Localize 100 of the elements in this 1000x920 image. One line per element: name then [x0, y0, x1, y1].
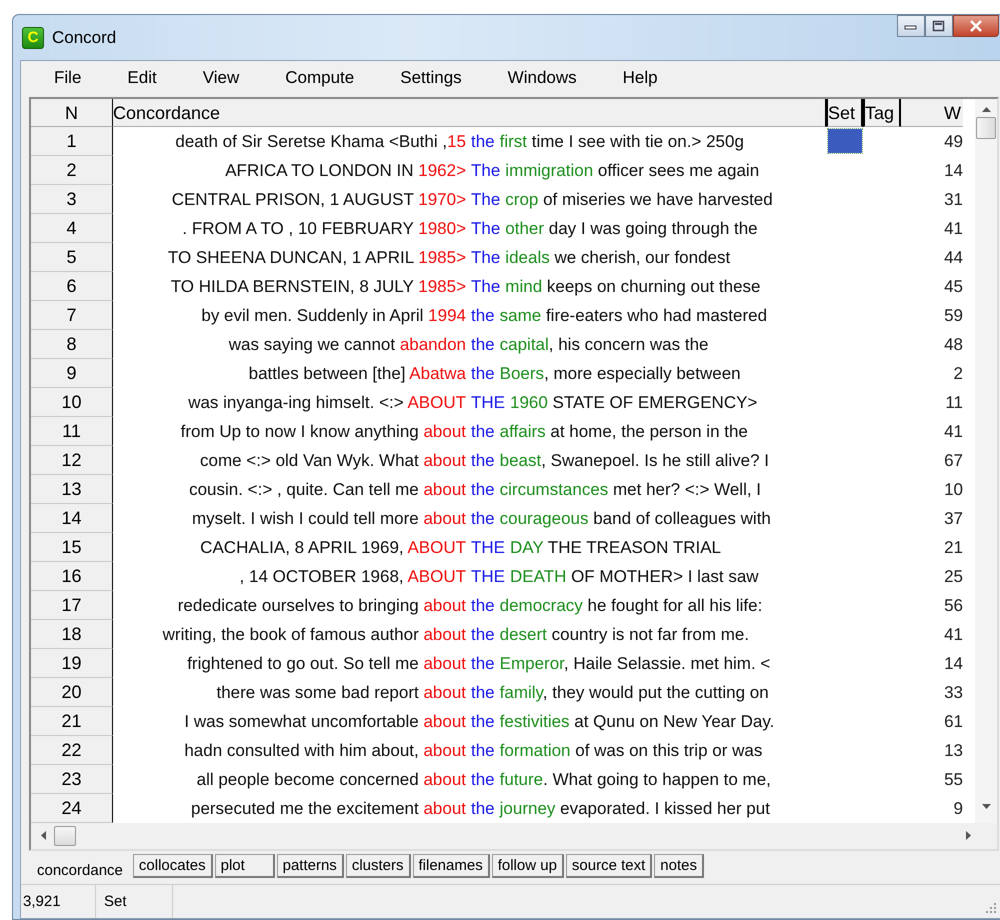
concordance-line: was saying we cannot abandon the capital, his concern was the — [228, 334, 710, 356]
menu-item[interactable]: Settings — [400, 68, 462, 88]
row-number: 1 — [31, 126, 113, 156]
close-icon — [968, 20, 984, 32]
table-cell-text: 48 — [943, 334, 963, 356]
concordance-line: myselt. I wish I could tell more about the courageous band of colleagues with — [190, 508, 772, 530]
concordance-line: cousin. <:> , quite. Can tell me about the circumstances met her? <:> Well, I — [188, 478, 762, 500]
minimize-button[interactable] — [897, 15, 925, 37]
concordance-line: TO SHEENA DUNCAN, 1 APRIL 1985> The ideals we cherish, our fondest — [166, 246, 732, 268]
row-number: 16 — [31, 562, 113, 590]
row-number: 3 — [31, 184, 113, 214]
row-number: 19 — [31, 648, 113, 678]
column-header[interactable]: N — [31, 98, 113, 126]
concordance-line: death of Sir Seretse Khama <Buthi ,15 the first time I see with tie on.> 250g — [174, 130, 745, 152]
row-number: 18 — [31, 620, 113, 648]
column-header[interactable]: Concordance — [113, 98, 826, 126]
tab[interactable]: plot — [214, 854, 275, 878]
table-cell-text: 10 — [943, 478, 963, 500]
table-cell-text: 37 — [943, 508, 963, 530]
row-number: 13 — [31, 474, 113, 504]
table-cell-text: 67 — [943, 450, 963, 472]
concordance-line: all people become concerned about the future. What going to happen to me, — [196, 768, 772, 790]
concordance-line: from Up to now I know anything about the affairs at home, the person in the — [180, 420, 749, 442]
menu-item[interactable]: Help — [622, 68, 658, 88]
row-number: 22 — [31, 736, 113, 764]
tab[interactable]: follow up — [492, 854, 564, 878]
row-number: 10 — [31, 388, 113, 416]
scroll-left-icon[interactable] — [41, 831, 46, 840]
scroll-thumb[interactable] — [54, 826, 76, 846]
scroll-right-icon[interactable] — [966, 831, 971, 840]
concordance-line: persecuted me the excitement about the journey evaporated. I kissed her put — [190, 798, 771, 820]
tab[interactable]: source text — [566, 854, 652, 878]
tab[interactable]: collocates — [132, 854, 213, 878]
resize-grip-icon[interactable] — [985, 902, 997, 914]
concordance-line: rededicate ourselves to bringing about the democracy he fought for all his life: — [176, 594, 764, 616]
concordance-line: come <:> old Van Wyk. What about the beast, Swanepoel. Is he still alive? I — [198, 450, 770, 472]
table-cell-text: 11 — [944, 392, 963, 414]
column-header[interactable]: Set — [826, 98, 863, 126]
table-cell-text: 31 — [943, 188, 963, 210]
row-number: 12 — [31, 446, 113, 474]
table-cell-text: 56 — [943, 594, 963, 616]
row-number: 17 — [31, 590, 113, 620]
row-number: 21 — [31, 706, 113, 736]
row-number: 24 — [31, 794, 113, 822]
tab[interactable]: filenames — [412, 854, 490, 878]
table-cell-text: 41 — [943, 624, 963, 646]
concordance-line: . FROM A TO , 10 FEBRUARY 1980> The other day I was going through the — [181, 218, 759, 240]
row-number: 9 — [31, 358, 113, 388]
concordance-line: there was some bad report about the family, they would put the cutting on — [216, 682, 770, 704]
table-cell-text: 59 — [943, 304, 963, 326]
menu-item[interactable]: Windows — [508, 68, 577, 88]
table-cell-text: 25 — [943, 566, 963, 588]
concordance-line: , 14 OCTOBER 1968, ABOUT THE DEATH OF MOTHER> I last saw — [238, 566, 760, 588]
tab[interactable]: patterns — [276, 854, 344, 878]
maximize-icon — [932, 20, 946, 32]
app-logo-icon: C — [22, 26, 44, 48]
row-number: 6 — [31, 272, 113, 300]
row-number: 14 — [31, 504, 113, 532]
column-header[interactable]: W — [901, 98, 963, 126]
row-number: 15 — [31, 532, 113, 562]
concordance-line: I was somewhat uncomfortable about the festivities at Qunu on New Year Day. — [183, 710, 776, 732]
scroll-down-icon[interactable] — [982, 804, 990, 808]
column-header[interactable]: Tag — [863, 98, 901, 126]
row-number: 7 — [31, 300, 113, 330]
table-cell-text: 14 — [943, 652, 963, 674]
row-number: 11 — [31, 416, 113, 446]
table-cell-text: 9 — [952, 798, 963, 820]
status-text: Set — [96, 884, 173, 918]
horizontal-scrollbar[interactable] — [31, 822, 997, 848]
concordance-line: TO HILDA BERNSTEIN, 8 JULY 1985> The mind keeps on churning out these — [170, 276, 762, 298]
table-cell-text: 13 — [943, 740, 963, 762]
concordance-line: hadn consulted with him about, about the formation of was on this trip or was — [183, 740, 764, 762]
menu-item[interactable]: File — [54, 68, 82, 88]
menu-item[interactable]: Edit — [127, 68, 157, 88]
tab[interactable]: notes — [654, 854, 704, 878]
concordance-line: writing, the book of famous author about the desert country is not far from me. — [162, 624, 750, 646]
menu-item[interactable]: View — [202, 68, 240, 88]
concordance-line: frightened to go out. So tell me about the Emperor, Haile Selassie. met him. < — [186, 652, 772, 674]
table-cell-text: 41 — [943, 420, 963, 442]
close-button[interactable] — [953, 15, 999, 37]
scroll-thumb[interactable] — [976, 116, 996, 138]
maximize-button[interactable] — [925, 15, 953, 37]
concordance-line: battles between [the] Abatwa the Boers, more especially between — [248, 362, 742, 384]
row-number: 2 — [31, 156, 113, 184]
row-number: 4 — [31, 214, 113, 242]
scroll-up-icon[interactable] — [982, 106, 990, 112]
vertical-scrollbar[interactable] — [975, 98, 997, 822]
concordance-line: by evil men. Suddenly in April 1994 the same fire-eaters who had mastered — [200, 304, 768, 326]
table-cell-text: 21 — [943, 536, 963, 558]
table-cell-text: 14 — [943, 160, 963, 182]
table-cell-text: 45 — [943, 276, 963, 298]
menu-item[interactable]: Compute — [285, 68, 354, 88]
table-cell-text: 33 — [943, 682, 963, 704]
row-number: 8 — [31, 330, 113, 358]
table-cell-text: 44 — [943, 246, 963, 268]
concordance-line: CACHALIA, 8 APRIL 1969, ABOUT THE DAY THE TREASON TRIAL — [199, 536, 722, 558]
table-cell-text: 41 — [943, 218, 963, 240]
row-number: 20 — [31, 678, 113, 706]
concordance-line: AFRICA TO LONDON IN 1962> The immigration officer sees me again — [224, 160, 760, 182]
tab[interactable]: clusters — [346, 854, 410, 878]
